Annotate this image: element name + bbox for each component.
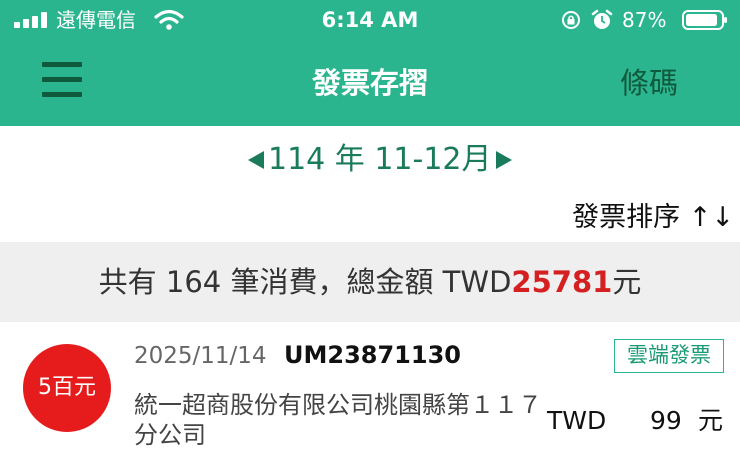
invoice-date: 2025/11/14 [134,343,267,369]
summary-suffix: 元 [612,265,642,299]
invoice-list-item[interactable]: 5百元 2025/11/14 UM23871130 雲端發票 統一超商股份有限公… [0,322,740,455]
prize-badge: 5百元 [23,344,111,432]
status-bar: 遠傳電信 6:14 AM 87% [0,0,740,40]
triangle-left-icon[interactable] [244,149,266,171]
triangle-right-icon[interactable] [494,149,516,171]
page-title: 發票存摺 [311,66,428,100]
summary-prefix: 共有 164 筆消費，總金額 TWD [98,265,512,299]
invoice-amount-unit: 元 [698,406,724,435]
carrier-name: 遠傳電信 [56,8,136,32]
invoice-amount: 99 [650,406,682,435]
battery-percent: 87% [622,8,667,32]
period-selector: 114 年 11-12月 [0,140,740,180]
signal-icon [14,12,48,28]
alarm-icon [591,9,613,29]
summary-bar: 共有 164 筆消費，總金額 TWD25781元 [0,242,740,322]
status-time: 6:14 AM [321,8,419,32]
invoice-number: UM23871130 [284,341,461,369]
period-label: 114 年 11-12月 [268,142,492,177]
cloud-invoice-tag: 雲端發票 [614,339,724,373]
hamburger-menu-icon[interactable] [38,60,84,100]
battery-icon [682,10,727,30]
orientation-lock-icon [562,11,580,29]
barcode-button[interactable]: 條碼 [620,66,678,100]
invoice-sort-button[interactable]: 發票排序 ↑↓ [572,200,734,236]
nav-bar: 發票存摺 條碼 [0,40,740,126]
summary-text: 共有 164 筆消費，總金額 TWD25781元 [0,264,740,300]
invoice-currency: TWD [547,406,607,435]
summary-amount: 25781 [511,265,613,299]
store-name: 統一超商股份有限公司桃園縣第１１７分公司 [134,391,542,449]
wifi-icon [154,9,184,30]
